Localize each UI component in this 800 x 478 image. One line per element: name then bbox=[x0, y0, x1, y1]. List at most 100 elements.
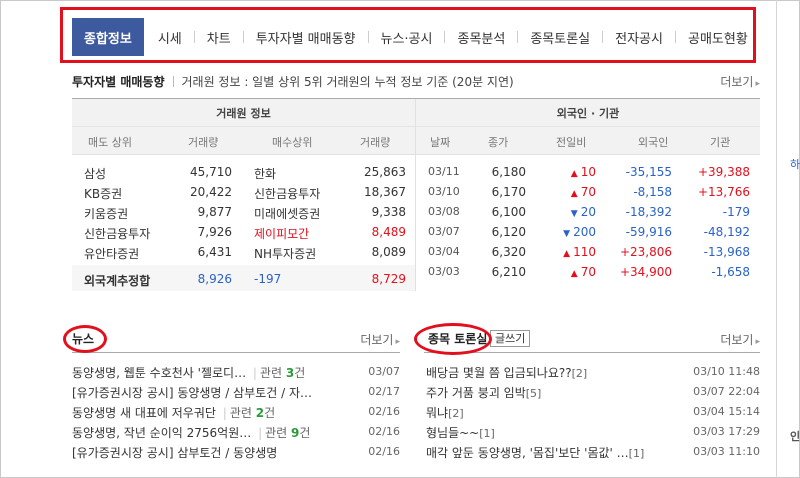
board-post-title[interactable]: 배당금 몇월 쯤 입금되나요??[2] bbox=[426, 364, 587, 381]
board-post[interactable]: 뭐냐[2] 03/04 15:14 bbox=[426, 402, 760, 422]
broker-group-header: 거래원 정보 bbox=[72, 99, 415, 127]
foreign-date: 03/11 bbox=[428, 165, 460, 178]
broker-sell-name[interactable]: KB증권 bbox=[84, 185, 122, 202]
related-count[interactable]: | 관련 2건 bbox=[220, 406, 275, 420]
news-headline[interactable]: 동양생명, 작년 순이익 2756억원… | 관련 9건 bbox=[72, 424, 310, 441]
board-post[interactable]: 매각 앞둔 동양생명, '몸집'보단 '몸값' …[1] 03/03 11:10 bbox=[426, 442, 760, 462]
comment-count: [1] bbox=[479, 427, 495, 440]
column-header: 거래량 bbox=[188, 136, 219, 149]
board-post-title[interactable]: 주가 거품 붕괴 임박[5] bbox=[426, 384, 541, 401]
broker-buy-name[interactable]: 미래에셋증권 bbox=[254, 205, 320, 222]
chevron-right-icon: ▸ bbox=[755, 79, 760, 89]
news-more-link[interactable]: 더보기 ▸ bbox=[360, 331, 400, 348]
board-post-title[interactable]: 매각 앞둔 동양생명, '몸집'보단 '몸값' …[1] bbox=[426, 444, 644, 461]
news-item[interactable]: 동양생명 새 대표에 저우궈단 | 관련 2건 02/16 bbox=[72, 402, 400, 422]
broker-buy-name[interactable]: NH투자증권 bbox=[254, 245, 316, 262]
broker-sell-volume: 9,877 bbox=[197, 205, 232, 219]
write-post-button[interactable]: 글쓰기 bbox=[490, 330, 531, 347]
news-item[interactable]: [유가증권시장 공시] 동양생명 / 삼부토건 / 자… 02/17 bbox=[72, 382, 400, 402]
news-section-header: 뉴스 더보기 ▸ bbox=[72, 325, 400, 353]
column-header: 매수상위 bbox=[272, 136, 313, 149]
news-headline[interactable]: 동양생명 새 대표에 저우궈단 | 관련 2건 bbox=[72, 404, 275, 421]
board-post[interactable]: 형님들~~[1] 03/03 17:29 bbox=[426, 422, 760, 442]
board-highlight-circle bbox=[414, 323, 492, 355]
foreign-change: ▲ 70 bbox=[540, 185, 596, 199]
foreign-total-sell: 8,926 bbox=[197, 272, 232, 286]
foreign-date: 03/04 bbox=[428, 245, 460, 258]
broker-buy-volume: 8,089 bbox=[371, 245, 406, 259]
tab-separator bbox=[602, 31, 604, 43]
news-items: 동양생명, 웹툰 수호천사 '젤로디… | 관련 3건 03/07 [유가증권시장 공… bbox=[72, 362, 400, 462]
change-value: 70 bbox=[580, 265, 596, 279]
header-divider bbox=[172, 75, 174, 87]
board-more-link[interactable]: 더보기 ▸ bbox=[720, 331, 760, 348]
column-header: 날짜 bbox=[430, 136, 451, 149]
tab-analysis[interactable]: 종목분석 bbox=[457, 18, 505, 56]
tab-news-disclosure[interactable]: 뉴스·공시 bbox=[381, 18, 433, 56]
news-highlight-circle bbox=[63, 325, 107, 353]
broker-buy-name[interactable]: 신한금융투자 bbox=[254, 185, 320, 202]
tab-separator bbox=[517, 31, 519, 43]
news-headline[interactable]: [유가증권시장 공시] 동양생명 / 삼부토건 / 자… bbox=[72, 384, 312, 401]
comment-count: [2] bbox=[448, 407, 464, 420]
foreign-net: +23,806 bbox=[619, 245, 672, 259]
column-header: 매도 상위 bbox=[88, 136, 132, 149]
tab-separator bbox=[242, 31, 244, 43]
broker-sell-name[interactable]: 신한금융투자 bbox=[84, 225, 150, 242]
board-post[interactable]: 배당금 몇월 쯤 입금되나요??[2] 03/10 11:48 bbox=[426, 362, 760, 382]
tab-price[interactable]: 시세 bbox=[158, 18, 182, 56]
news-item[interactable]: 동양생명, 웹툰 수호천사 '젤로디… | 관련 3건 03/07 bbox=[72, 362, 400, 382]
broker-column-headers: 매도 상위 거래량 매수상위 거래량 bbox=[72, 127, 415, 155]
news-item[interactable]: [유가증권시장 공시] 삼부토건 / 동양생명 02/16 bbox=[72, 442, 400, 462]
foreign-close-price: 6,170 bbox=[491, 185, 526, 199]
tab-short-selling[interactable]: 공매도현황 bbox=[688, 18, 748, 56]
board-post-title[interactable]: 뭐냐[2] bbox=[426, 404, 464, 421]
tab-overview[interactable]: 종합정보 bbox=[72, 18, 144, 56]
tab-chart[interactable]: 차트 bbox=[207, 18, 231, 56]
news-list: 동양생명, 웹툰 수호천사 '젤로디… | 관련 3건 03/07 [유가증권시장 공… bbox=[72, 362, 400, 462]
related-count[interactable]: | 관련 9건 bbox=[255, 426, 310, 440]
broker-buy-name[interactable]: 한화 bbox=[254, 165, 276, 182]
board-post-text: 배당금 몇월 쯤 입금되나요?? bbox=[426, 366, 572, 380]
news-date: 02/16 bbox=[368, 445, 400, 458]
news-date: 02/16 bbox=[368, 425, 400, 438]
broker-sell-name[interactable]: 삼성 bbox=[84, 165, 106, 182]
related-number: 2 bbox=[255, 406, 265, 420]
foreign-close-price: 6,210 bbox=[491, 265, 526, 279]
broker-sell-name[interactable]: 유안타증권 bbox=[84, 245, 139, 262]
broker-buy-name[interactable]: 제이피모간 bbox=[254, 225, 309, 242]
table-divider bbox=[415, 99, 416, 291]
related-count[interactable]: | 관련 3건 bbox=[250, 366, 305, 380]
investor-more-link[interactable]: 더보기 ▸ bbox=[720, 73, 760, 90]
related-unit: 건 bbox=[299, 426, 311, 440]
change-value: 70 bbox=[580, 185, 596, 199]
news-date: 02/17 bbox=[368, 385, 400, 398]
investor-table: 거래원 정보 외국인 · 기관 매도 상위 거래량 매수상위 거래량 날짜 종가… bbox=[72, 98, 760, 291]
broker-sell-volume: 45,710 bbox=[190, 165, 232, 179]
news-item[interactable]: 동양생명, 작년 순이익 2756억원… | 관련 9건 02/16 bbox=[72, 422, 400, 442]
foreign-close-price: 6,100 bbox=[491, 205, 526, 219]
news-headline-text: 동양생명 새 대표에 저우궈단 bbox=[72, 406, 216, 420]
broker-sell-name[interactable]: 키움증권 bbox=[84, 205, 128, 222]
foreign-total-buy: 8,729 bbox=[371, 272, 406, 286]
tab-separator bbox=[674, 31, 676, 43]
news-date: 03/07 bbox=[368, 365, 400, 378]
news-headline[interactable]: 동양생명, 웹툰 수호천사 '젤로디… | 관련 3건 bbox=[72, 364, 305, 381]
tab-e-disclosure[interactable]: 전자공시 bbox=[615, 18, 663, 56]
broker-buy-volume: 25,863 bbox=[364, 165, 406, 179]
foreign-change: ▲ 70 bbox=[540, 265, 596, 279]
tab-discussion[interactable]: 종목토론실 bbox=[530, 18, 590, 56]
news-headline[interactable]: [유가증권시장 공시] 삼부토건 / 동양생명 bbox=[72, 444, 277, 461]
tab-investor-trading[interactable]: 투자자별 매매동향 bbox=[256, 18, 356, 56]
foreign-close-price: 6,180 bbox=[491, 165, 526, 179]
comment-count: [1] bbox=[628, 447, 645, 460]
board-post[interactable]: 주가 거품 붕괴 임박[5] 03/07 22:04 bbox=[426, 382, 760, 402]
triangle-up-icon: ▲ bbox=[570, 189, 578, 199]
broker-sell-volume: 7,926 bbox=[197, 225, 232, 239]
board-post-date: 03/03 11:10 bbox=[693, 445, 760, 458]
board-post-title[interactable]: 형님들~~[1] bbox=[426, 424, 495, 441]
change-value: 110 bbox=[573, 245, 596, 259]
column-header: 기관 bbox=[710, 136, 731, 149]
news-headline-text: 동양생명, 작년 순이익 2756억원… bbox=[72, 426, 252, 440]
institution-net: -13,968 bbox=[703, 245, 750, 259]
